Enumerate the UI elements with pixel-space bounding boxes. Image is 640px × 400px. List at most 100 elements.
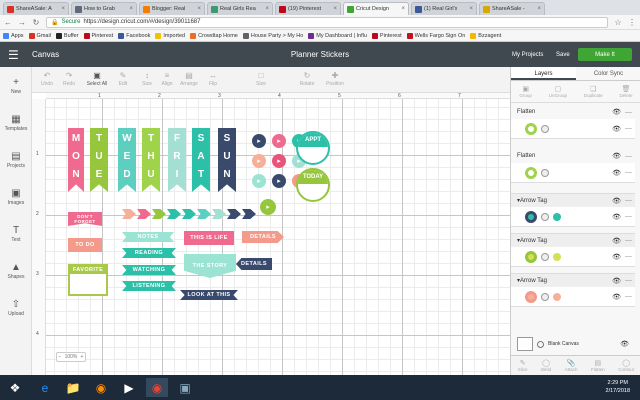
eye-icon[interactable]: 👁 <box>612 253 621 261</box>
eye-icon[interactable]: 👁 <box>612 108 621 116</box>
left-tool-images[interactable]: ▣ Images <box>0 188 32 206</box>
layer-row[interactable]: 👁 — <box>511 207 635 227</box>
layer-options-icon[interactable]: — <box>625 237 632 244</box>
favoritesticker[interactable]: FAVORITE <box>68 264 108 296</box>
zoom-in-icon[interactable]: + <box>80 354 83 360</box>
browser-tab[interactable]: (1) Real Girl's × <box>411 2 477 15</box>
bookmark-item[interactable]: Facebook <box>118 32 150 39</box>
look-at-thissticker[interactable]: LOOK AT THIS <box>180 290 238 300</box>
back-icon[interactable]: ← <box>4 18 12 27</box>
url-field[interactable]: 🔒 Secure https://design.cricut.com/#/des… <box>46 16 608 28</box>
left-tool-projects[interactable]: ▤ Projects <box>0 151 32 169</box>
layer-group-header[interactable]: ▾ Arrow Tag 👁 — <box>511 233 635 247</box>
close-icon[interactable]: × <box>469 6 473 12</box>
arrow-circle-sticker[interactable]: ▸ <box>272 134 286 148</box>
listeningsticker[interactable]: LISTENING <box>122 281 176 291</box>
day-flag-sticker[interactable]: WED <box>118 128 136 192</box>
this-is-lifesticker[interactable]: THIS IS LIFE <box>184 231 234 245</box>
bookmark-item[interactable]: House Party > My Ho <box>242 32 303 39</box>
appt-sticker[interactable]: APPT <box>296 131 330 165</box>
reload-icon[interactable]: ↻ <box>32 18 40 27</box>
tab-color-sync[interactable]: Color Sync <box>576 67 640 80</box>
bookmark-item[interactable]: Pinterest <box>371 32 402 39</box>
browser-tab[interactable]: Blogger: Real × <box>139 2 205 15</box>
browser-tab[interactable]: (19) Pinterest × <box>275 2 341 15</box>
eye-icon[interactable]: 👁 <box>612 213 621 221</box>
detailssticker[interactable]: DETAILS <box>236 258 272 270</box>
zoom-control[interactable]: − 100% + <box>56 352 86 362</box>
layer-options-icon[interactable]: — <box>625 169 632 176</box>
day-flag-sticker[interactable]: MON <box>68 128 84 192</box>
browser-tab[interactable]: ShareASale - × <box>479 2 545 15</box>
layer-group-header[interactable]: Flatten 👁 — <box>511 149 635 163</box>
left-tool-upload[interactable]: ⇧ Upload <box>0 299 32 317</box>
detailssticker[interactable]: DETAILS <box>242 231 284 243</box>
eye-icon[interactable]: 👁 <box>612 197 621 205</box>
layers-flatten-button[interactable]: ▤ Flatten <box>591 359 605 372</box>
eye-icon[interactable]: 👁 <box>612 152 621 160</box>
close-icon[interactable]: × <box>129 6 133 12</box>
zoom-out-icon[interactable]: − <box>59 354 62 360</box>
tab-layers[interactable]: Layers <box>511 67 576 80</box>
layers-tool-duplicate[interactable]: ❏ Duplicate <box>584 85 603 98</box>
menu-icon[interactable]: ⋮ <box>628 18 636 27</box>
bookmark-item[interactable]: Bzzagent <box>470 32 501 39</box>
hide-icon[interactable]: 👁 <box>620 340 629 348</box>
browser-tab[interactable]: Cricut Design × <box>343 2 409 15</box>
toolbar-size[interactable]: ↕ Size <box>136 71 158 87</box>
file-explorer-icon[interactable]: 📁 <box>62 378 84 397</box>
layers-contour-button[interactable]: ◯ Contour <box>618 359 634 372</box>
toolbar-rotate[interactable]: ↻ Rotate <box>296 71 318 87</box>
toolbar-arrange[interactable]: ▤ Arrange <box>178 71 200 87</box>
toolbar-position[interactable]: ✚ Position <box>324 71 346 87</box>
arrow-circle-sticker[interactable]: ▸ <box>252 134 266 148</box>
toolbar-undo[interactable]: ↶ Undo <box>36 71 58 87</box>
layer-options-icon[interactable]: — <box>625 277 632 284</box>
to-dosticker[interactable]: TO DO <box>68 238 102 252</box>
layer-options-icon[interactable]: — <box>625 213 632 220</box>
layer-options-icon[interactable]: — <box>625 253 632 260</box>
app-icon[interactable]: ▣ <box>174 378 196 397</box>
arrow-circle-sticker[interactable]: ▸ <box>272 154 286 168</box>
close-icon[interactable]: × <box>537 6 541 12</box>
today-sticker[interactable]: TODAY <box>296 168 330 202</box>
layer-group-header[interactable]: ▾ Arrow Tag 👁 — <box>511 193 635 207</box>
arrow-circle-sticker[interactable]: ▸ <box>252 174 266 188</box>
bookmark-item[interactable]: My Dashboard | Influ <box>308 32 367 39</box>
layers-tool-delete[interactable]: 🗑 Delete <box>620 85 633 98</box>
eye-icon[interactable]: 👁 <box>612 277 621 285</box>
hamburger-menu-icon[interactable]: ☰ <box>8 48 28 62</box>
close-icon[interactable]: × <box>61 6 65 12</box>
eye-icon[interactable]: 👁 <box>612 125 621 133</box>
left-tool-templates[interactable]: ▦ Templates <box>0 114 32 132</box>
toolbar-edit[interactable]: ✎ Edit <box>112 71 134 87</box>
readingsticker[interactable]: READING <box>122 248 176 258</box>
eye-icon[interactable]: 👁 <box>612 293 621 301</box>
layer-options-icon[interactable]: — <box>625 109 632 116</box>
toolbar-align[interactable]: ≡ Align <box>156 71 178 87</box>
layer-group-header[interactable]: Flatten 👁 — <box>511 105 635 119</box>
bookmark-item[interactable]: Apps <box>3 32 24 39</box>
ie-icon[interactable]: e <box>34 378 56 397</box>
day-flag-sticker[interactable]: SUN <box>218 128 236 192</box>
layer-row[interactable]: 👁 — <box>511 163 635 183</box>
make-it-button[interactable]: Make It <box>578 48 632 61</box>
arrow-circle-sticker[interactable]: ▸ <box>260 199 276 215</box>
star-icon[interactable]: ☆ <box>614 18 622 27</box>
toolbar-redo[interactable]: ↷ Redo <box>58 71 80 87</box>
arrow-circle-sticker[interactable]: ▸ <box>252 154 266 168</box>
arrow-circle-sticker[interactable]: ▸ <box>272 174 286 188</box>
layer-group-header[interactable]: ▾ Arrow Tag 👁 — <box>511 273 635 287</box>
bookmark-item[interactable]: Wells Fargo Sign On <box>406 32 465 39</box>
day-flag-sticker[interactable]: SAT <box>192 128 210 192</box>
bookmark-item[interactable]: Crowdtap Home <box>190 32 238 39</box>
toolbar-select-all[interactable]: ▣ Select All <box>86 71 108 87</box>
layer-options-icon[interactable]: — <box>625 125 632 132</box>
chrome-icon[interactable]: ◉ <box>146 378 168 397</box>
start-button-icon[interactable]: ❖ <box>4 378 26 397</box>
day-flag-sticker[interactable]: THU <box>142 128 160 192</box>
watchingsticker[interactable]: WATCHING <box>122 265 176 275</box>
layer-options-icon[interactable]: — <box>625 153 632 160</box>
day-flag-sticker[interactable]: TUE <box>90 128 108 192</box>
layer-options-icon[interactable]: — <box>625 197 632 204</box>
